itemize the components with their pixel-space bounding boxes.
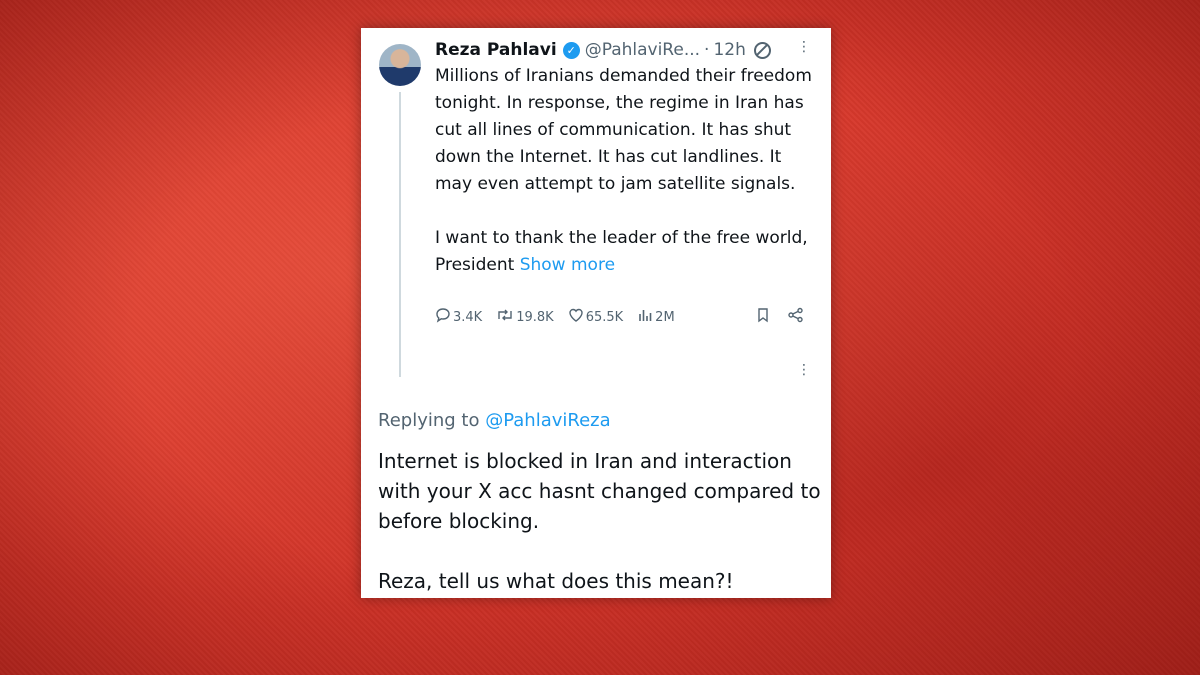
tweet-paragraph-1: Millions of Iranians demanded their free… xyxy=(435,66,812,194)
replying-to-label: Replying to xyxy=(378,410,480,431)
tweet-paragraph-2-text: I want to thank the leader of the free w… xyxy=(435,228,808,275)
view-count: 2M xyxy=(655,309,675,325)
views-button[interactable]: 2M xyxy=(637,307,675,327)
thread-line xyxy=(399,92,401,377)
tweet-actions: 3.4K 19.8K 65.5K 2M xyxy=(435,306,807,328)
replying-to: Replying to @PahlaviReza xyxy=(378,410,611,431)
reply-paragraph-1: Internet is blocked in Iran and interact… xyxy=(378,449,821,533)
separator-dot: · xyxy=(704,40,710,60)
reply-paragraph-2: Reza, tell us what does this mean?! xyxy=(378,569,734,593)
share-button[interactable] xyxy=(787,307,807,327)
reply-count: 3.4K xyxy=(453,309,483,325)
bookmark-button[interactable] xyxy=(755,307,773,327)
tweet-header: Reza Pahlavi ✓ @PahlaviRe... · 12h xyxy=(435,38,815,62)
reply-text: Internet is blocked in Iran and interact… xyxy=(378,446,823,596)
show-more-link[interactable]: Show more xyxy=(520,255,615,275)
repost-icon xyxy=(496,307,514,327)
tweet-paragraph-2: I want to thank the leader of the free w… xyxy=(435,225,815,279)
reply-icon xyxy=(435,307,451,327)
verified-badge-icon: ✓ xyxy=(562,41,580,59)
reply-more-options-icon[interactable]: ⋮ xyxy=(797,363,811,377)
more-options-icon[interactable]: ⋮ xyxy=(797,40,811,54)
timestamp[interactable]: 12h xyxy=(713,40,745,60)
reply-button[interactable]: 3.4K xyxy=(435,307,482,327)
tweet-text: Millions of Iranians demanded their free… xyxy=(435,63,815,279)
repost-button[interactable]: 19.8K xyxy=(496,307,554,327)
tweet-screenshot-card: Reza Pahlavi ✓ @PahlaviRe... · 12h ⋮ Mil… xyxy=(361,28,831,598)
avatar[interactable] xyxy=(379,44,421,86)
like-count: 65.5K xyxy=(585,309,624,325)
bookmark-icon xyxy=(755,307,771,327)
author-name[interactable]: Reza Pahlavi xyxy=(435,40,557,60)
views-icon xyxy=(637,307,653,327)
heart-icon xyxy=(568,307,584,327)
author-handle[interactable]: @PahlaviRe... xyxy=(585,40,700,60)
like-button[interactable]: 65.5K xyxy=(568,307,623,327)
share-icon xyxy=(787,307,805,327)
repost-count: 19.8K xyxy=(516,309,554,325)
grok-icon[interactable] xyxy=(753,41,771,59)
replying-to-handle[interactable]: @PahlaviReza xyxy=(485,410,610,431)
